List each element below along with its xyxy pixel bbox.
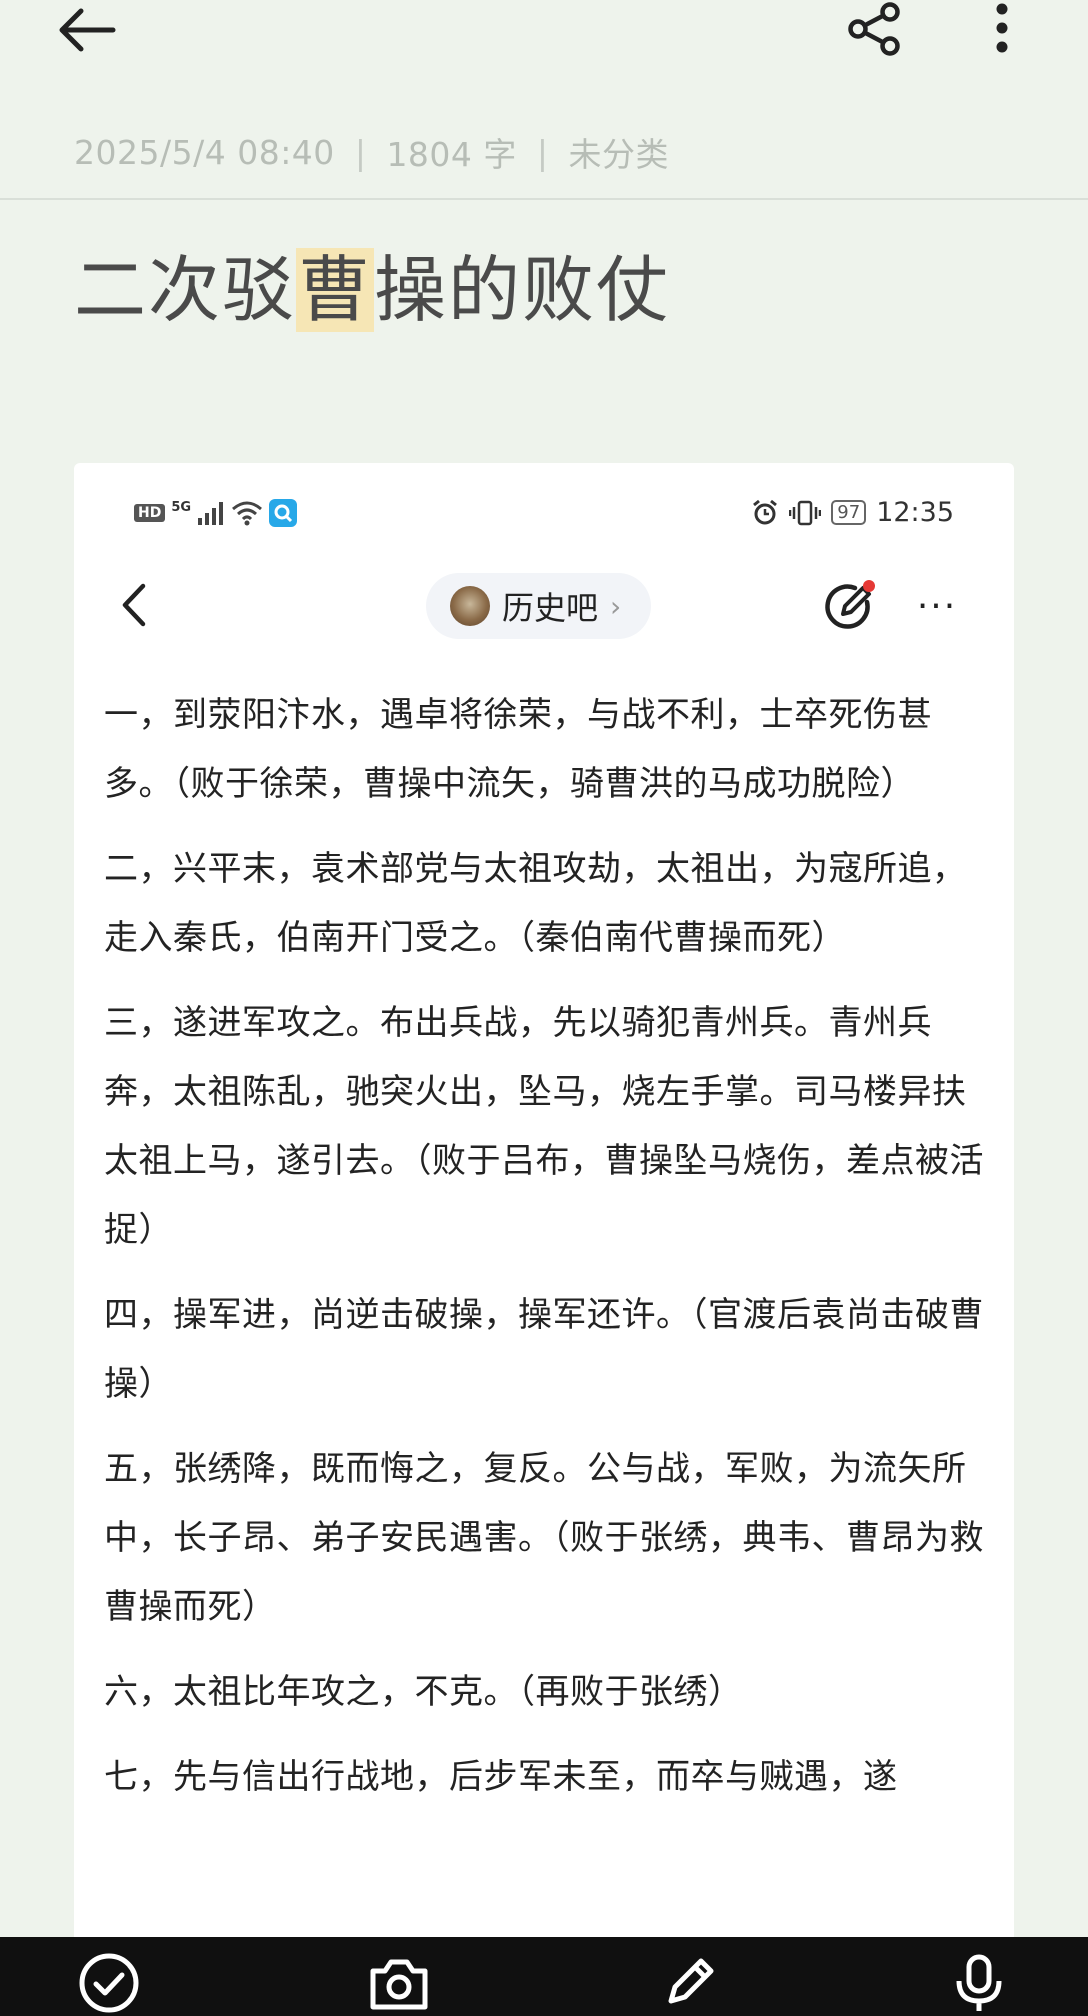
alarm-icon bbox=[753, 499, 778, 524]
hd-badge: HD bbox=[134, 504, 166, 522]
bottom-toolbar bbox=[0, 1937, 1088, 2016]
compose-button[interactable] bbox=[816, 573, 882, 639]
back-button[interactable] bbox=[46, 0, 126, 60]
chevron-right-icon: › bbox=[610, 589, 622, 623]
forum-link[interactable]: 历史吧 › bbox=[426, 573, 652, 639]
title-text-after: 操的败仗 bbox=[374, 248, 671, 332]
signal-icon bbox=[198, 502, 224, 525]
chevron-left-icon bbox=[122, 583, 146, 627]
note-datetime: 2025/5/4 08:40 bbox=[74, 132, 335, 172]
post-paragraph: 三，遂进军攻之。布出兵战，先以骑犯青州兵。青州兵奔，太祖陈乱，驰突火出，坠马，烧… bbox=[104, 1003, 984, 1250]
vibrate-icon bbox=[789, 500, 822, 525]
camera-button[interactable] bbox=[364, 1951, 434, 2015]
handwriting-button[interactable] bbox=[654, 1951, 724, 2015]
checklist-button[interactable] bbox=[74, 1951, 144, 2015]
microphone-icon bbox=[956, 1954, 1002, 2011]
title-highlighted-char: 曹 bbox=[296, 248, 375, 332]
meta-separator: | bbox=[536, 132, 549, 172]
note-title[interactable]: 二次驳曹操的败仗 bbox=[74, 245, 670, 335]
forum-name: 历史吧 bbox=[502, 589, 599, 627]
voice-input-button[interactable] bbox=[944, 1951, 1014, 2015]
post-paragraph: 一，到荥阳汴水，遇卓将徐荣，与战不利，士卒死伤甚多。（败于徐荣，曹操中流矢，骑曹… bbox=[104, 695, 932, 804]
forum-nav-bar: 历史吧 › ··· bbox=[74, 563, 1014, 649]
wifi-icon bbox=[232, 501, 263, 526]
forum-back-button[interactable] bbox=[104, 575, 164, 635]
top-app-bar bbox=[0, 0, 1088, 80]
pencil-icon bbox=[668, 1958, 714, 2004]
meta-divider bbox=[0, 198, 1088, 200]
camera-icon bbox=[370, 1959, 428, 2010]
post-paragraph: 五，张绣降，既而悔之，复反。公与战，军败，为流矢所中，长子昂、弟子安民遇害。（败… bbox=[104, 1449, 984, 1627]
title-text-before: 二次驳 bbox=[74, 248, 297, 332]
note-meta: 2025/5/4 08:40 | 1804 字 | 未分类 bbox=[74, 128, 670, 176]
edit-icon bbox=[825, 580, 875, 629]
post-paragraph: 二，兴平末，袁术部党与太祖攻劫，太祖出，为寇所追，走入秦氏，伯南开门受之。（秦伯… bbox=[104, 849, 967, 958]
share-icon bbox=[848, 2, 900, 56]
app-notification-icon bbox=[269, 499, 298, 527]
forum-more-button[interactable]: ··· bbox=[902, 573, 972, 639]
check-circle-icon bbox=[79, 1953, 139, 2013]
note-word-count: 1804 字 bbox=[386, 135, 517, 174]
post-paragraph: 七，先与信出行战地，后步军未至，而卒与贼遇，遂 bbox=[104, 1757, 898, 1797]
share-button[interactable] bbox=[840, 0, 910, 60]
meta-separator: | bbox=[354, 132, 367, 172]
embedded-screenshot[interactable]: HD 5G 97 12:35 历史吧 › ··· 一，到荥阳汴水，遇卓将徐荣，与… bbox=[74, 463, 1014, 1943]
post-paragraph: 六，太祖比年攻之，不克。（再败于张绣） bbox=[104, 1672, 743, 1712]
status-time: 12:35 bbox=[876, 497, 954, 528]
post-content: 一，到荥阳汴水，遇卓将徐荣，与战不利，士卒死伤甚多。（败于徐荣，曹操中流矢，骑曹… bbox=[104, 681, 992, 1828]
status-bar: HD 5G 97 12:35 bbox=[74, 493, 1014, 537]
arrow-left-icon bbox=[59, 8, 116, 52]
more-vertical-icon bbox=[996, 3, 1008, 53]
note-category[interactable]: 未分类 bbox=[569, 128, 670, 176]
network-label: 5G bbox=[171, 499, 192, 515]
post-paragraph: 四，操军进，尚逆击破操，操军还许。（官渡后袁尚击破曹操） bbox=[104, 1295, 984, 1404]
battery-indicator: 97 bbox=[831, 500, 867, 525]
more-options-button[interactable] bbox=[980, 0, 1024, 60]
forum-avatar bbox=[450, 586, 490, 626]
